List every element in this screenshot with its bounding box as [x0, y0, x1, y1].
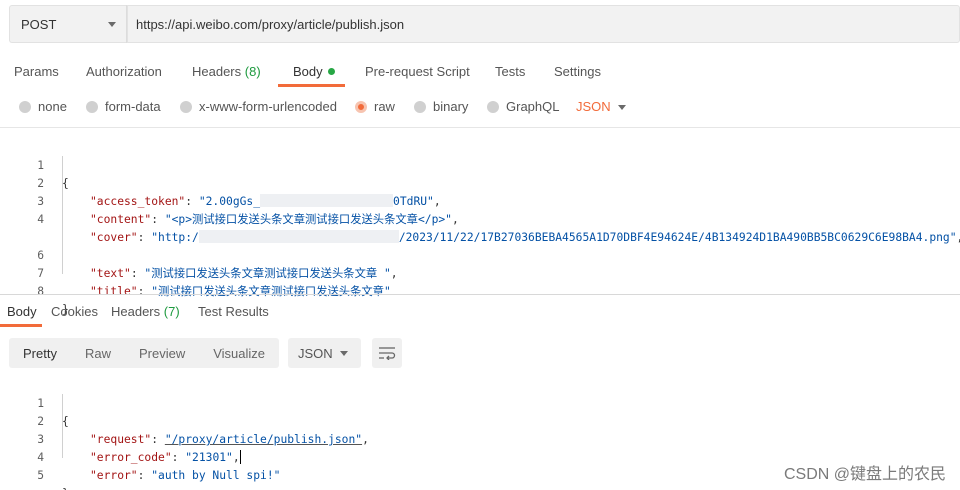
radio-circle [487, 100, 499, 113]
radio-label: GraphQL [506, 99, 560, 114]
active-tab-indicator [278, 84, 345, 87]
body-type-group: none form-data x-www-form-urlencoded raw… [0, 96, 960, 120]
tab-settings[interactable]: Settings [554, 64, 601, 79]
tab-tests[interactable]: Tests [495, 64, 525, 79]
chevron-down-icon[interactable] [618, 105, 626, 110]
tab-label: Params [14, 64, 59, 79]
tab-cookies[interactable]: Cookies [51, 304, 98, 319]
method-select[interactable]: POST [9, 5, 126, 43]
view-mode-group: Pretty Raw Preview Visualize [9, 338, 280, 368]
wrap-lines-button[interactable] [372, 338, 402, 368]
json-string: "测试接口发送头条文章测试接口发送头条文章" [151, 285, 391, 298]
code-line: 6 "text": "测试接口发送头条文章测试接口发送头条文章 ", [0, 229, 960, 280]
tab-body[interactable]: Body [293, 64, 335, 79]
chevron-down-icon [108, 22, 116, 27]
tab-label: Cookies [51, 304, 98, 319]
code-line: 1 { [0, 139, 960, 190]
tab-headers[interactable]: Headers (8) [192, 64, 261, 79]
tab-label: Settings [554, 64, 601, 79]
radio-circle-checked [355, 100, 367, 113]
tab-label: Pre-request Script [365, 64, 470, 79]
tab-label: Authorization [86, 64, 162, 79]
wrap-lines-icon [379, 347, 396, 360]
json-key: "title" [90, 285, 138, 298]
chevron-down-icon [340, 351, 348, 356]
view-pretty-button[interactable]: Pretty [9, 338, 71, 368]
code-text: "error": "auth by Null spi!" [90, 469, 281, 482]
code-line: 4 "error": "auth by Null spi!" [0, 431, 960, 482]
pane-divider[interactable] [0, 294, 960, 295]
code-line: 8 } [0, 265, 960, 316]
request-tabs: Params Authorization Headers (8) Body Pr… [0, 58, 960, 86]
request-bar: POST https://api.weibo.com/proxy/article… [9, 5, 960, 43]
code-line: 3 "content": "<p>测试接口发送头条文章测试接口发送头条文章</p… [0, 175, 960, 226]
view-raw-button[interactable]: Raw [71, 338, 125, 368]
divider [0, 127, 960, 128]
code-text: "title": "测试接口发送头条文章测试接口发送头条文章" [90, 285, 391, 298]
tab-response-body[interactable]: Body [7, 304, 37, 319]
radio-binary[interactable]: binary [414, 99, 468, 114]
tab-label: Body [7, 304, 37, 319]
tab-count: (7) [163, 304, 180, 319]
code-line: 2 "access_token": "2.00gGs_ 0TdRU", [0, 157, 960, 208]
json-string: "auth by Null spi!" [151, 469, 281, 482]
tab-pre-request-script[interactable]: Pre-request Script [365, 64, 470, 79]
modified-dot-icon [327, 68, 335, 75]
tab-params[interactable]: Params [14, 64, 59, 79]
request-body-editor[interactable]: 1 { 2 "access_token": "2.00gGs_ 0TdRU", 3… [0, 139, 960, 316]
radio-circle [414, 100, 426, 113]
radio-form-data[interactable]: form-data [86, 99, 161, 114]
response-toolbar: Pretty Raw Preview Visualize JSON [9, 338, 402, 368]
format-label: JSON [298, 345, 333, 361]
radio-label: form-data [105, 99, 161, 114]
radio-label: raw [374, 99, 395, 114]
json-key: "error" [90, 469, 138, 482]
tab-label: Headers [111, 304, 161, 319]
tab-label: Headers [192, 64, 242, 79]
method-label: POST [21, 16, 57, 32]
code-line: 1 { [0, 377, 960, 428]
code-line: 2 "request": "/proxy/article/publish.jso… [0, 395, 960, 446]
radio-raw[interactable]: raw [355, 99, 395, 114]
radio-circle [180, 100, 192, 113]
tab-count: (8) [244, 64, 261, 79]
radio-label: none [38, 99, 67, 114]
radio-label: x-www-form-urlencoded [199, 99, 337, 114]
code-text: } [62, 485, 69, 490]
tab-label: Tests [495, 64, 526, 79]
radio-none[interactable]: none [19, 99, 67, 114]
tab-test-results[interactable]: Test Results [198, 304, 269, 319]
radio-x-www-form-urlencoded[interactable]: x-www-form-urlencoded [180, 99, 337, 114]
radio-graphql[interactable]: GraphQL [487, 99, 559, 114]
code-line: 4 "cover": "http://2023/11/22/17B27036BE… [0, 193, 960, 244]
body-format-select[interactable]: JSON [576, 99, 611, 114]
tab-label: Body [293, 64, 323, 79]
radio-circle [86, 100, 98, 113]
line-number: 5 [37, 469, 44, 482]
response-tabs: Body Cookies Headers (7) Test Results [0, 300, 960, 326]
view-visualize-button[interactable]: Visualize [199, 338, 279, 368]
tab-response-headers[interactable]: Headers (7) [111, 304, 180, 319]
view-preview-button[interactable]: Preview [125, 338, 199, 368]
code-line: 3 "error_code": "21301", [0, 413, 960, 464]
code-line: 7 "title": "测试接口发送头条文章测试接口发送头条文章" [0, 247, 960, 298]
line-number: 8 [37, 285, 44, 298]
response-format-select[interactable]: JSON [288, 338, 361, 368]
tab-authorization[interactable]: Authorization [86, 64, 162, 79]
radio-label: binary [433, 99, 469, 114]
active-tab-indicator [0, 324, 42, 327]
radio-circle [19, 100, 31, 113]
tab-label: Test Results [198, 304, 269, 319]
url-input[interactable]: https://api.weibo.com/proxy/article/publ… [127, 5, 960, 43]
response-body-viewer[interactable]: 1 { 2 "request": "/proxy/article/publish… [0, 377, 960, 490]
watermark: CSDN @键盘上的农民 [783, 466, 946, 483]
